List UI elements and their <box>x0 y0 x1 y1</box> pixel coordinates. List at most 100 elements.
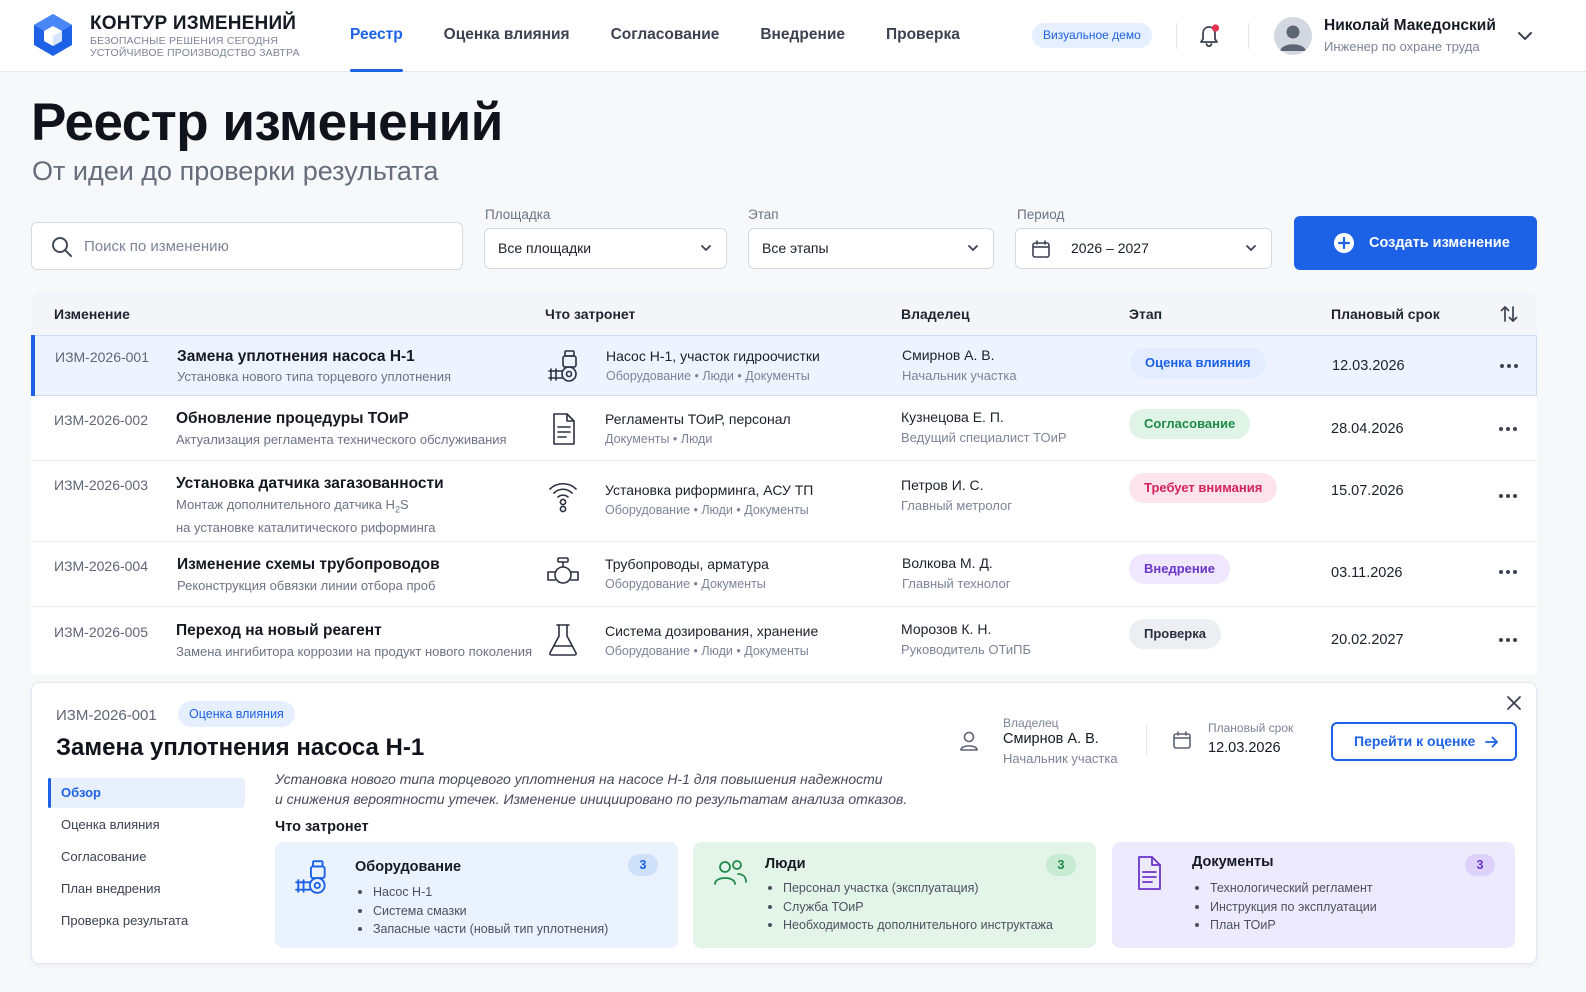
nav-item-check[interactable]: Проверка <box>886 0 960 72</box>
tab-impact-assessment[interactable]: Оценка влияния <box>48 810 245 840</box>
status-badge: Согласование <box>1129 409 1251 439</box>
row-owner-role: Руководитель ОТиПБ <box>901 642 1031 657</box>
site-select[interactable]: Все площадки <box>484 228 727 269</box>
row-date: 28.04.2026 <box>1331 421 1404 437</box>
user-name: Николай Македонский <box>1324 17 1496 34</box>
tab-overview[interactable]: Обзор <box>48 778 245 808</box>
chevron-down-icon <box>1246 245 1256 251</box>
table-header: Изменение Что затронет Владелец Этап Пла… <box>31 292 1537 335</box>
list-item: Необходимость дополнительного инструктаж… <box>768 916 1053 935</box>
row-description-text: на установке каталитического риформинга <box>176 519 436 535</box>
changes-table: Изменение Что затронет Владелец Этап Пла… <box>31 292 1537 674</box>
row-title: Обновление процедуры ТОиР <box>176 410 409 427</box>
chevron-down-icon[interactable] <box>1516 28 1534 44</box>
more-icon[interactable] <box>1498 569 1518 575</box>
list-item: Персонал участка (эксплуатация) <box>768 879 1053 898</box>
period-filter-label: Период <box>1017 207 1065 222</box>
row-id: ИЗМ-2026-003 <box>54 477 149 493</box>
search-input[interactable] <box>84 233 444 259</box>
row-affects: Система дозирования, хранение <box>605 623 819 639</box>
valve-icon <box>547 557 579 584</box>
row-affects: Установка риформинга, АСУ ТП <box>605 482 814 498</box>
stage-filter-label: Этап <box>748 207 779 222</box>
table-row[interactable]: ИЗМ-2026-004 Изменение схемы трубопровод… <box>31 542 1537 607</box>
user-icon <box>1274 17 1312 55</box>
card-list: Насос Н-1 Система смазки Запасные части … <box>357 883 608 939</box>
owner-label: Владелец <box>1003 716 1059 730</box>
nav-item-approval[interactable]: Согласование <box>611 0 720 72</box>
affects-card-people[interactable]: Люди 3 Персонал участка (эксплуатация) С… <box>693 842 1096 948</box>
status-badge: Внедрение <box>1129 554 1230 584</box>
nav-item-registry[interactable]: Реестр <box>350 0 403 72</box>
detail-description: Установка нового типа торцевого уплотнен… <box>275 769 915 809</box>
row-owner: Кузнецова Е. П. <box>901 409 1004 425</box>
go-to-assessment-label: Перейти к оценке <box>1354 733 1476 749</box>
row-tags: Оборудование • Люди • Документы <box>606 369 810 383</box>
bell-icon[interactable] <box>1196 23 1222 49</box>
row-tags: Оборудование • Документы <box>605 577 766 591</box>
avatar[interactable] <box>1274 17 1312 55</box>
more-icon[interactable] <box>1498 637 1518 643</box>
brand: КОНТУР ИЗМЕНЕНИЙ БЕЗОПАСНЫЕ РЕШЕНИЯ СЕГО… <box>90 13 300 59</box>
list-item: Инструкция по эксплуатации <box>1195 898 1377 917</box>
column-header-due[interactable]: Плановый срок <box>1331 306 1440 322</box>
row-description-text: Монтаж дополнительного датчика H <box>176 497 395 512</box>
table-row[interactable]: ИЗМ-2026-002 Обновление процедуры ТОиР А… <box>31 396 1537 461</box>
column-header-change[interactable]: Изменение <box>54 306 130 322</box>
row-date: 12.03.2026 <box>1332 358 1405 374</box>
go-to-assessment-button[interactable]: Перейти к оценке <box>1331 722 1517 761</box>
row-description: Замена ингибитора коррозии на продукт но… <box>176 644 532 659</box>
row-tags: Оборудование • Люди • Документы <box>605 503 809 517</box>
row-description-text: S <box>399 497 409 512</box>
people-icon <box>714 860 747 885</box>
nav-item-impact[interactable]: Оценка влияния <box>444 0 570 72</box>
demo-badge: Визуальное демо <box>1032 23 1152 48</box>
table-row[interactable]: ИЗМ-2026-001 Замена уплотнения насоса Н-… <box>31 335 1537 396</box>
row-title: Изменение схемы трубопроводов <box>177 556 440 573</box>
close-icon[interactable] <box>1506 695 1522 711</box>
column-header-affects[interactable]: Что затронет <box>545 306 635 322</box>
pump-icon <box>548 350 577 382</box>
period-select[interactable]: 2026 – 2027 <box>1015 228 1272 269</box>
sort-icon[interactable] <box>1499 304 1519 324</box>
row-id: ИЗМ-2026-005 <box>54 624 149 640</box>
more-icon[interactable] <box>1499 363 1519 369</box>
row-title: Установка датчика загазованности <box>176 475 444 492</box>
row-id: ИЗМ-2026-002 <box>54 412 149 428</box>
calendar-icon <box>1173 731 1191 749</box>
card-title: Оборудование <box>355 859 462 875</box>
page-subtitle: От идеи до проверки результата <box>32 156 439 186</box>
tab-implementation-plan[interactable]: План внедрения <box>48 874 245 904</box>
column-header-stage[interactable]: Этап <box>1129 306 1162 322</box>
pump-icon <box>295 860 326 894</box>
table-row[interactable]: ИЗМ-2026-005 Переход на новый реагент За… <box>31 607 1537 674</box>
stage-select[interactable]: Все этапы <box>748 228 994 269</box>
affects-card-documents[interactable]: Документы 3 Технологический регламент Ин… <box>1112 842 1515 948</box>
row-owner-role: Главный метролог <box>901 498 1012 513</box>
affects-card-equipment[interactable]: Оборудование 3 Насос Н-1 Система смазки … <box>275 842 678 948</box>
affects-section-title: Что затронет <box>275 819 369 835</box>
row-owner: Смирнов А. В. <box>902 347 995 363</box>
brand-name: КОНТУР ИЗМЕНЕНИЙ <box>90 13 297 34</box>
status-badge: Оценка влияния <box>1130 348 1266 378</box>
more-icon[interactable] <box>1498 493 1518 499</box>
flask-icon <box>549 624 577 656</box>
more-icon[interactable] <box>1498 426 1518 432</box>
chevron-down-icon <box>701 245 711 251</box>
create-change-label: Создать изменение <box>1369 235 1510 251</box>
count-badge: 3 <box>628 854 658 876</box>
tab-approval[interactable]: Согласование <box>48 842 245 872</box>
row-affects: Трубопроводы, арматура <box>605 556 769 572</box>
count-badge: 3 <box>1046 854 1076 876</box>
page-title: Реестр изменений <box>31 93 503 152</box>
sensor-icon <box>549 482 577 513</box>
nav-item-implementation[interactable]: Внедрение <box>760 0 845 72</box>
list-item: Технологический регламент <box>1195 879 1377 898</box>
column-header-owner[interactable]: Владелец <box>901 306 970 322</box>
create-change-button[interactable]: Создать изменение <box>1294 216 1537 270</box>
brand-tagline: УСТОЙЧИВОЕ ПРОИЗВОДСТВО ЗАВТРА <box>90 47 300 59</box>
tab-result-check[interactable]: Проверка результата <box>48 906 245 936</box>
row-title: Замена уплотнения насоса Н-1 <box>177 348 415 365</box>
table-row[interactable]: ИЗМ-2026-003 Установка датчика загазован… <box>31 461 1537 542</box>
owner-name: Смирнов А. В. <box>1003 731 1099 747</box>
